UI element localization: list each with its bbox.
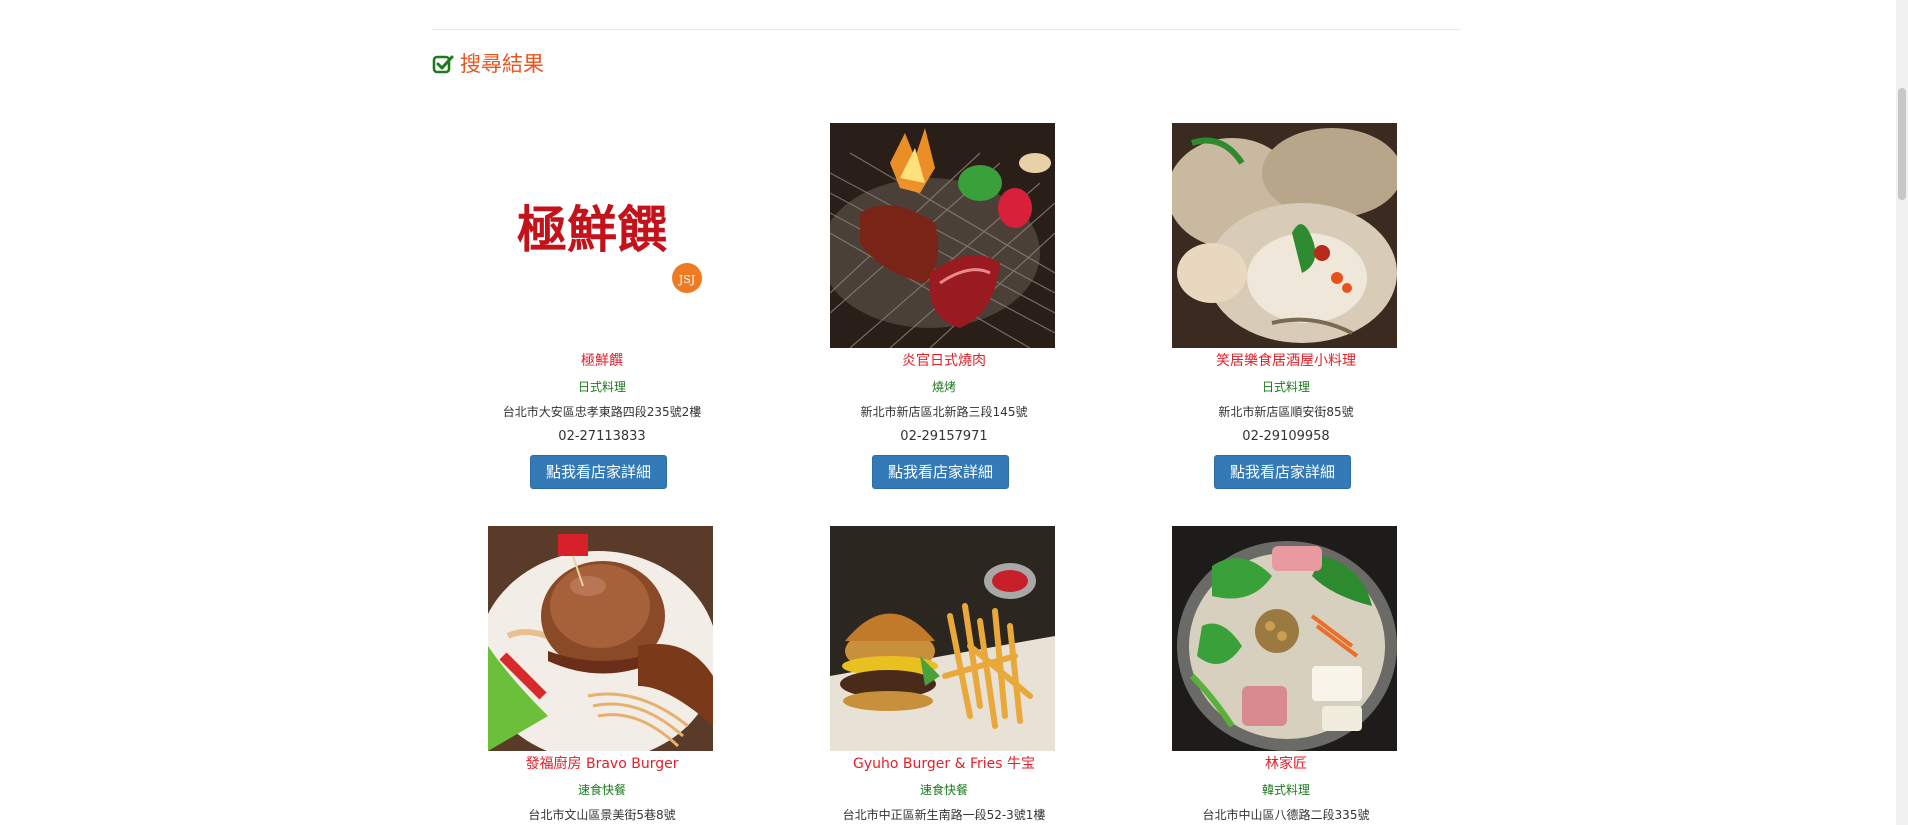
restaurant-name[interactable]: 發福廚房 Bravo Burger: [431, 754, 773, 774]
restaurant-category: 速食快餐: [919, 783, 968, 797]
restaurant-phone: 02-29109958: [1242, 429, 1330, 444]
restaurant-card: 林家匠 韓式料理 台北市中山區八德路二段335號: [1115, 526, 1457, 825]
restaurant-category: 韓式料理: [1261, 783, 1310, 797]
restaurant-logo[interactable]: 極鮮饌 JSJ: [488, 123, 713, 348]
restaurant-photo[interactable]: [830, 526, 1055, 751]
restaurant-address: 台北市大安區忠孝東路四段235號2樓: [502, 405, 702, 419]
restaurant-address: 台北市中正區新生南路一段52-3號1樓: [842, 808, 1046, 822]
restaurant-photo[interactable]: [1172, 123, 1397, 348]
restaurant-name[interactable]: 笑居樂食居酒屋小料理: [1115, 351, 1457, 371]
scrollbar-thumb[interactable]: [1898, 88, 1906, 200]
restaurant-phone: 02-27113833: [558, 429, 646, 444]
restaurant-card: 極鮮饌 JSJ 極鮮饌 日式料理 台北市大安區忠孝東路四段235號2樓 02-2…: [431, 123, 773, 493]
restaurant-card: Gyuho Burger & Fries 牛宝 速食快餐 台北市中正區新生南路一…: [773, 526, 1115, 825]
restaurant-photo[interactable]: [830, 123, 1055, 348]
logo-text: 極鮮饌: [517, 200, 667, 259]
restaurant-photo[interactable]: [1172, 526, 1397, 751]
restaurant-category: 日式料理: [577, 380, 626, 394]
view-details-button[interactable]: 點我看店家詳細: [1214, 455, 1351, 489]
logo-badge: JSJ: [678, 273, 695, 286]
restaurant-phone: 02-29157971: [900, 429, 988, 444]
restaurant-category: 速食快餐: [577, 783, 626, 797]
restaurant-name[interactable]: 極鮮饌: [431, 351, 773, 371]
restaurant-name[interactable]: 炎官日式燒肉: [773, 351, 1115, 371]
view-details-button[interactable]: 點我看店家詳細: [872, 455, 1009, 489]
view-details-button[interactable]: 點我看店家詳細: [530, 455, 667, 489]
restaurant-address: 台北市中山區八德路二段335號: [1202, 808, 1370, 822]
restaurant-name[interactable]: 林家匠: [1115, 754, 1457, 774]
top-divider: [432, 29, 1460, 30]
restaurant-card: 炎官日式燒肉 燒烤 新北市新店區北新路三段145號 02-29157971 點我…: [773, 123, 1115, 493]
page-scrollbar[interactable]: [1896, 0, 1908, 825]
restaurant-card: 發福廚房 Bravo Burger 速食快餐 台北市文山區景美街5巷8號: [431, 526, 773, 825]
restaurant-address: 台北市文山區景美街5巷8號: [528, 808, 676, 822]
restaurant-category: 日式料理: [1261, 380, 1310, 394]
search-results-header: 搜尋結果: [432, 50, 544, 78]
restaurant-photo[interactable]: [488, 526, 713, 751]
restaurant-address: 新北市新店區北新路三段145號: [860, 405, 1028, 419]
restaurant-name[interactable]: Gyuho Burger & Fries 牛宝: [773, 754, 1115, 774]
restaurant-address: 新北市新店區順安街85號: [1218, 405, 1354, 419]
restaurant-card: 笑居樂食居酒屋小料理 日式料理 新北市新店區順安街85號 02-29109958…: [1115, 123, 1457, 493]
checkbox-checked-icon: [432, 55, 454, 74]
section-title: 搜尋結果: [460, 52, 544, 76]
restaurant-category: 燒烤: [931, 380, 956, 394]
